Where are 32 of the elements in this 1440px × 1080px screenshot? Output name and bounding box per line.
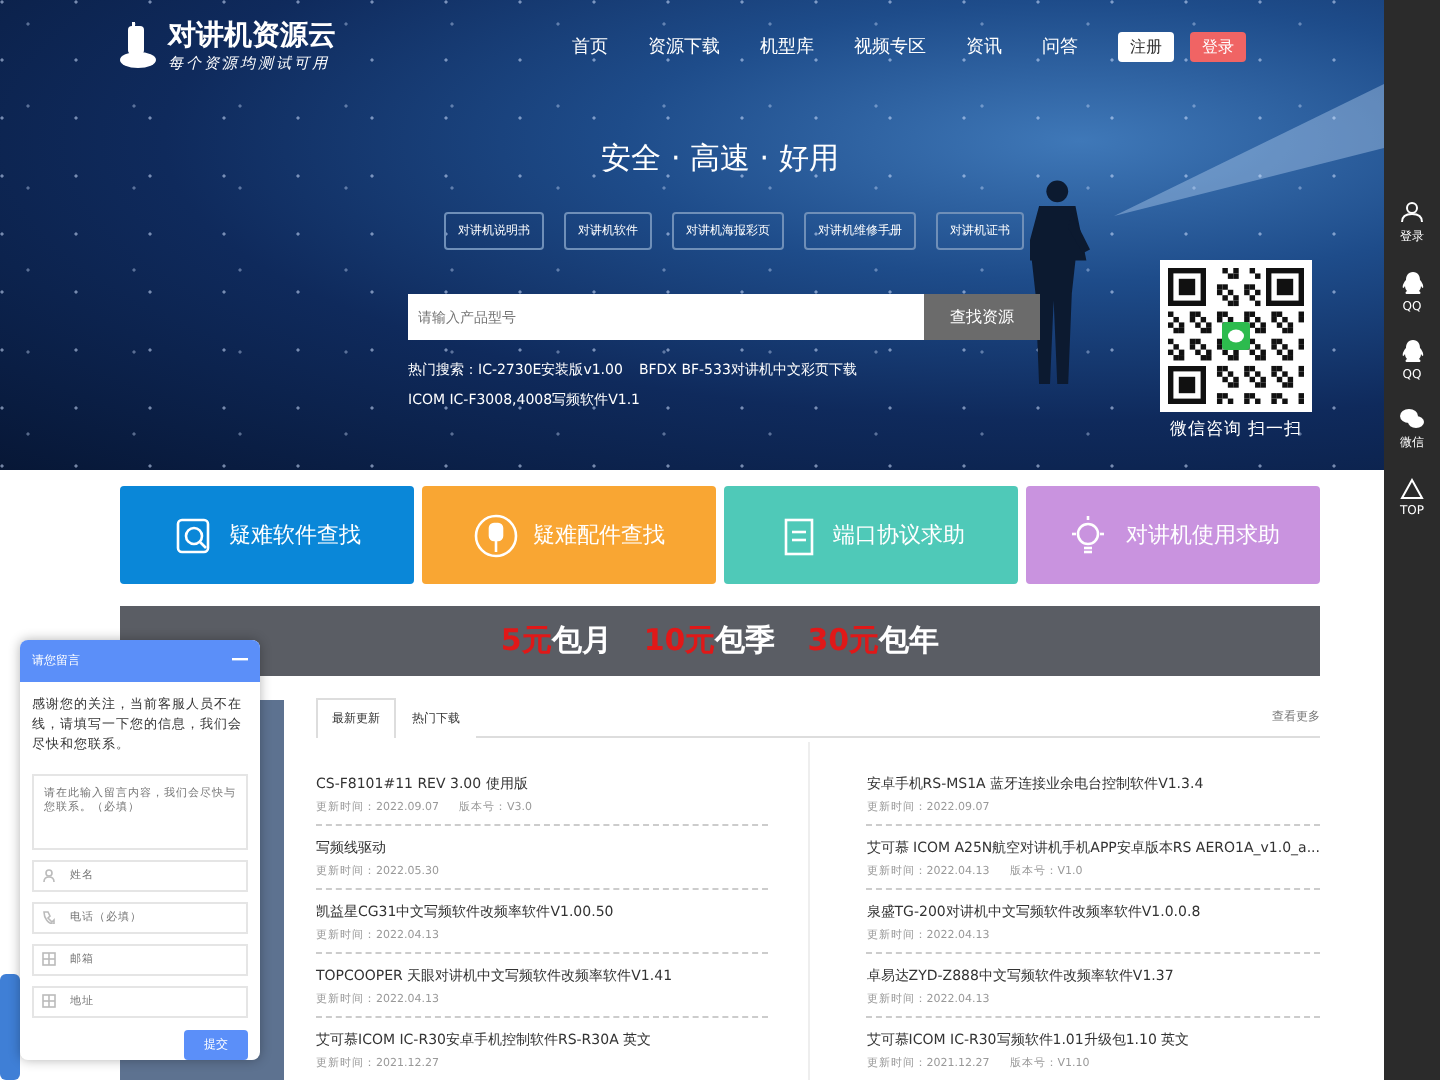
chat-bubbles-icon — [1400, 408, 1424, 430]
register-button[interactable]: 注册 — [1118, 31, 1174, 61]
minimize-icon[interactable] — [232, 658, 248, 663]
penguin-icon — [1401, 340, 1423, 364]
walkie-talkie-logo — [120, 22, 156, 70]
nav-link[interactable]: 机型库 — [760, 33, 814, 59]
feature-label: 疑难软件查找 — [229, 520, 361, 550]
feature-label: 端口协议求助 — [833, 520, 965, 550]
logo-title: 对讲机资源云 — [168, 18, 336, 54]
user-icon — [1400, 200, 1424, 224]
plug-icon — [473, 513, 517, 557]
penguin-icon — [1401, 272, 1423, 296]
nav-link[interactable]: 视频专区 — [854, 33, 926, 59]
search-button[interactable]: 查找资源 — [924, 294, 1040, 340]
floating-tab[interactable] — [0, 974, 20, 1080]
nav-link[interactable]: 资讯 — [966, 33, 1002, 59]
phone-icon — [42, 909, 56, 924]
feature-label: 疑难配件查找 — [533, 520, 665, 550]
nav-link[interactable]: 问答 — [1042, 33, 1078, 59]
nav-link[interactable]: 首页 — [572, 33, 608, 59]
search-icon — [173, 515, 213, 555]
nav-link[interactable]: 资源下载 — [648, 33, 720, 59]
feature-label: 对讲机使用求助 — [1126, 520, 1280, 550]
feature-tile[interactable]: 疑难软件查找 — [120, 486, 414, 584]
user-icon — [42, 867, 56, 882]
promo-offer: 5元包月 — [500, 622, 612, 660]
lightbulb-icon — [1066, 513, 1110, 557]
qr-caption: 微信咨询 扫一扫 — [1170, 418, 1302, 442]
hero-slogan: 安全 · 高速 · 好用 — [599, 140, 841, 178]
warning-triangle-icon — [1399, 478, 1424, 500]
promo-offer: 30元包年 — [807, 622, 940, 660]
promo-offer: 10元包季 — [643, 622, 776, 660]
